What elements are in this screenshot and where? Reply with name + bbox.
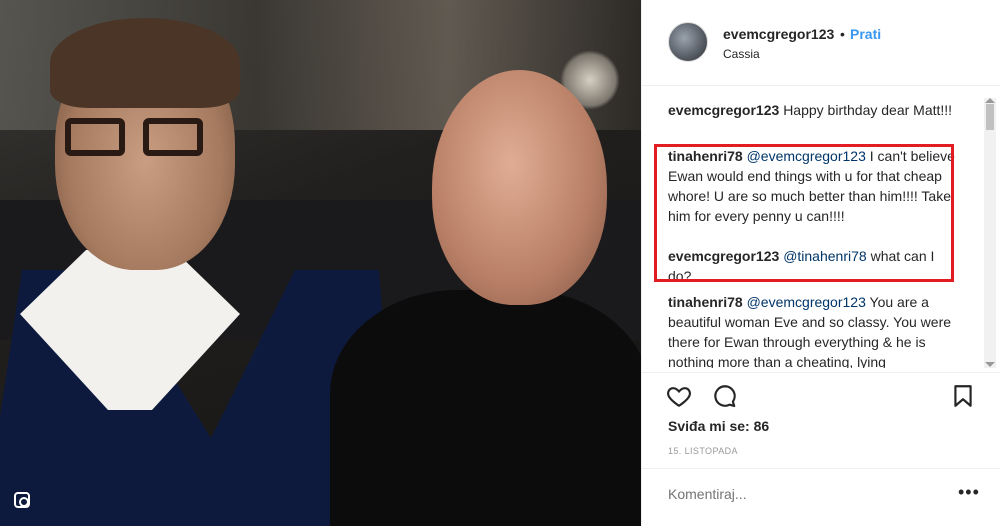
likes-count[interactable]: Sviđa mi se: 86 [668,418,769,434]
scrollbar[interactable] [984,98,996,368]
avatar[interactable] [668,22,708,62]
instagram-multi-icon [14,492,30,508]
list-item: evemcgregor123 Happy birthday dear Matt!… [668,100,958,120]
highlight-box [654,144,954,282]
comment-icon[interactable] [712,383,738,409]
separator-dot: • [840,26,845,42]
glasses [65,118,205,158]
left-person-hair [50,18,240,108]
comment-username[interactable]: evemcgregor123 [668,102,779,118]
scrollbar-thumb[interactable] [986,104,994,130]
follow-button[interactable]: Prati [850,26,881,42]
comment-text: Happy birthday dear Matt!!! [783,102,953,118]
post-date: 15. LISTOPADA [668,446,738,456]
right-person-face [432,70,607,305]
list-item: tinahenri78 @evemcgregor123 You are a be… [668,292,958,368]
more-options-icon[interactable]: ••• [958,482,980,503]
right-person-jacket [330,290,641,526]
post-photo[interactable] [0,0,641,526]
post-header: evemcgregor123 • Prati Cassia [642,0,1000,86]
comment-mention[interactable]: @evemcgregor123 [747,294,866,310]
location-link[interactable]: Cassia [723,47,760,61]
scroll-down-icon[interactable] [985,362,995,367]
comment-username[interactable]: tinahenri78 [668,294,743,310]
username-link[interactable]: evemcgregor123 [723,26,834,42]
heart-icon[interactable] [666,383,692,409]
bookmark-icon[interactable] [950,383,976,409]
scroll-up-icon[interactable] [985,98,995,103]
comment-input[interactable] [668,486,938,502]
